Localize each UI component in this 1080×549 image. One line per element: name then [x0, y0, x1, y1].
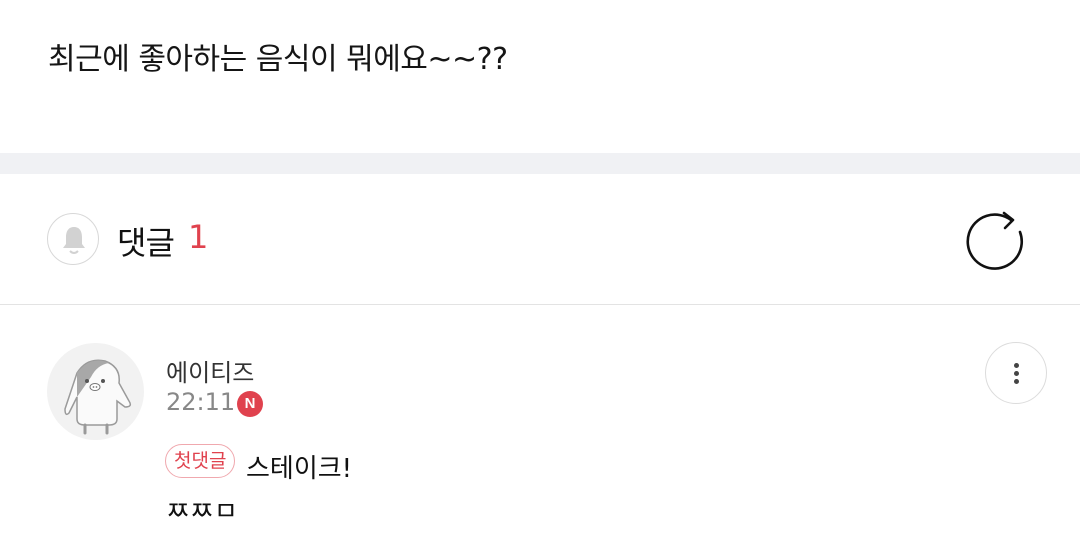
refresh-button[interactable] [960, 204, 1030, 274]
comments-title: 댓글 [117, 224, 175, 262]
comment-time: 22:11 [166, 388, 236, 416]
more-options-button[interactable] [985, 342, 1047, 404]
comment-text: 스테이크! [246, 454, 353, 484]
avatar[interactable] [47, 343, 144, 440]
section-divider [0, 153, 1080, 174]
comment-author[interactable]: 에이티즈 [166, 353, 254, 388]
comment-text-line2: ㅉㅉㅁ [166, 497, 238, 527]
new-badge: N [237, 391, 263, 417]
bell-icon [63, 227, 85, 254]
first-comment-badge: 첫댓글 [165, 444, 236, 478]
character-avatar-icon [64, 359, 132, 435]
notification-button[interactable] [47, 213, 99, 265]
comment-header: 댓글 1 [0, 174, 1080, 305]
comment-item: 에이티즈 22:11 N 첫댓글 스테이크! ㅉㅉㅁ [0, 305, 1080, 549]
post-text: 최근에 좋아하는 음식이 뭐에요~~?? [48, 42, 508, 77]
post-body: 최근에 좋아하는 음식이 뭐에요~~?? [0, 0, 1080, 153]
comments-count: 1 [188, 218, 209, 256]
refresh-icon [966, 211, 1024, 270]
